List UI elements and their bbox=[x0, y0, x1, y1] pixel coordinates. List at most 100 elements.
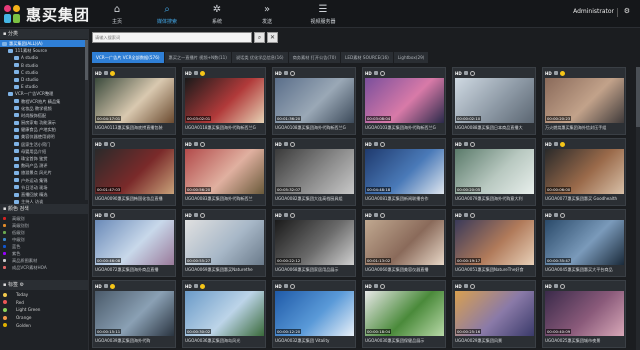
select-ring-icon[interactable] bbox=[109, 141, 115, 147]
user-name[interactable]: Administrator bbox=[573, 8, 614, 15]
select-ring-icon[interactable] bbox=[289, 283, 295, 289]
select-ring-icon[interactable] bbox=[469, 70, 475, 76]
nav-item-4[interactable]: ☰ 视频服务器 bbox=[292, 0, 354, 28]
select-ring-icon[interactable] bbox=[379, 212, 385, 218]
media-card[interactable]: HD 00:01:47:03 UGOA0090惠买集团韩国化妆品直播 bbox=[92, 138, 176, 206]
select-ring-icon[interactable] bbox=[469, 141, 475, 147]
tag-item[interactable]: Golden bbox=[3, 321, 85, 329]
edit-icon[interactable] bbox=[283, 213, 288, 217]
select-ring-icon[interactable] bbox=[379, 70, 385, 76]
select-ring-icon[interactable] bbox=[379, 141, 385, 147]
media-card[interactable]: HD 00:03:08:04 UGOA0103惠买集团海外代购新西兰G bbox=[362, 67, 446, 135]
clear-icon[interactable]: ✕ bbox=[267, 32, 278, 43]
tree-item[interactable]: B studio bbox=[0, 62, 88, 69]
edit-icon[interactable] bbox=[103, 213, 108, 217]
color-item[interactable]: 高级别 bbox=[3, 215, 85, 222]
flag-dot-icon[interactable] bbox=[199, 283, 205, 289]
media-card[interactable]: HD 00:00:35:47 UGOA0045惠买集团惠买大平台商品 bbox=[542, 209, 626, 277]
tree-item[interactable]: 化妆品 教学视频 bbox=[0, 105, 88, 112]
edit-icon[interactable] bbox=[193, 71, 198, 75]
media-card[interactable]: HD 00:00:30:02 UGOA0036惠买集团海岛风光 bbox=[182, 280, 266, 348]
color-item[interactable]: 紫色 bbox=[3, 250, 85, 257]
select-ring-icon[interactable] bbox=[559, 212, 565, 218]
select-ring-icon[interactable] bbox=[109, 212, 115, 218]
nav-item-2[interactable]: ✲ 系统 bbox=[192, 0, 242, 28]
tree-item[interactable]: 主持人 访谈 bbox=[0, 198, 88, 204]
media-card[interactable]: HD 00:00:56:20 UGOA0083惠买集团海外代购新西兰 bbox=[182, 138, 266, 206]
select-ring-icon[interactable] bbox=[469, 283, 475, 289]
tree-item[interactable]: 旅游景点 风光片 bbox=[0, 169, 88, 176]
edit-icon[interactable] bbox=[553, 142, 558, 146]
media-card[interactable]: HD 00:00:20:23 万火燃烧惠买集团海外信封压手组 bbox=[542, 67, 626, 135]
media-card[interactable]: HD 00:00:46:08 UGOA0072惠买集团海外商品直播 bbox=[92, 209, 176, 277]
media-card[interactable]: HD 00:00:20:05 UGOA0079惠买集团海外代购意大利 bbox=[452, 138, 536, 206]
tab-3[interactable]: 商务素材 打开公告(70) bbox=[288, 52, 341, 63]
tree-item[interactable]: 厨房家电 功能演示 bbox=[0, 119, 88, 126]
nav-item-0[interactable]: ⌂ 主页 bbox=[92, 0, 142, 28]
edit-icon[interactable] bbox=[193, 284, 198, 288]
select-ring-icon[interactable] bbox=[289, 70, 295, 76]
tree-item[interactable]: 惠买集团(ALL)(A) bbox=[0, 40, 88, 48]
color-item[interactable]: 低级别 bbox=[3, 229, 85, 236]
select-ring-icon[interactable] bbox=[379, 283, 385, 289]
tree-item[interactable]: 111素材 Source bbox=[0, 47, 88, 54]
tab-1[interactable]: 惠买之一直播片 视频+N数(11) bbox=[164, 52, 231, 63]
flag-dot-icon[interactable] bbox=[109, 70, 115, 76]
edit-icon[interactable] bbox=[553, 213, 558, 217]
media-card[interactable]: HD 00:00:22:12 UGOA0068惠买集团家居用品展示 bbox=[272, 209, 356, 277]
edit-icon[interactable] bbox=[103, 71, 108, 75]
nav-item-3[interactable]: » 发送 bbox=[242, 0, 292, 28]
tree-item[interactable]: A studio bbox=[0, 54, 88, 61]
media-card[interactable]: HD 00:05:32:07 UGOA0082惠买集团大连高档厨具组 bbox=[272, 138, 356, 206]
flag-dot-icon[interactable] bbox=[109, 283, 115, 289]
edit-icon[interactable] bbox=[103, 284, 108, 288]
edit-icon[interactable] bbox=[373, 71, 378, 75]
edit-icon[interactable] bbox=[463, 142, 468, 146]
edit-icon[interactable] bbox=[103, 142, 108, 146]
color-item[interactable]: 高品质图素材 bbox=[3, 257, 85, 264]
select-ring-icon[interactable] bbox=[199, 141, 205, 147]
select-ring-icon[interactable] bbox=[289, 141, 295, 147]
edit-icon[interactable] bbox=[193, 142, 198, 146]
media-card[interactable]: HD 00:03:02:01 UGOA0118惠买集团海外代购新西兰G bbox=[182, 67, 266, 135]
edit-icon[interactable] bbox=[283, 142, 288, 146]
media-card[interactable]: HD 00:00:15:11 UGOA0039惠买集团海外代购 bbox=[92, 280, 176, 348]
tab-4[interactable]: LED素材 SOURCE(16) bbox=[341, 52, 393, 63]
media-card[interactable]: HD 00:00:18:04 UGOA0030惠买集团保健品展示 bbox=[362, 280, 446, 348]
nav-item-1[interactable]: ⌕ 媒体搜索 bbox=[142, 0, 192, 28]
edit-icon[interactable] bbox=[373, 142, 378, 146]
tag-item[interactable]: Orange bbox=[3, 314, 85, 322]
tab-5[interactable]: Lightbox(29) bbox=[393, 52, 429, 63]
color-item[interactable]: 蓝色 bbox=[3, 243, 85, 250]
edit-icon[interactable] bbox=[193, 213, 198, 217]
select-ring-icon[interactable] bbox=[289, 212, 295, 218]
color-item[interactable]: 中级别 bbox=[3, 236, 85, 243]
media-card[interactable]: HD 00:00:25:16 UGOA0029惠买集团风景 bbox=[452, 280, 536, 348]
tag-item[interactable]: Light Green bbox=[3, 306, 85, 314]
flag-dot-icon[interactable] bbox=[199, 70, 205, 76]
tree-item[interactable]: 健康食品 产地实拍 bbox=[0, 126, 88, 133]
flag-dot-icon[interactable] bbox=[559, 141, 565, 147]
color-item[interactable]: 高级别别 bbox=[3, 222, 85, 229]
tag-settings-icon[interactable]: ⚙ bbox=[20, 282, 24, 288]
media-card[interactable]: HD 00:00:02:10 UGOA0088惠买集团日本商品直播大 bbox=[452, 67, 536, 135]
select-ring-icon[interactable] bbox=[469, 212, 475, 218]
media-card[interactable]: HD 00:00:06:00 UGOA0077惠买集团惠买 Goodhealth bbox=[542, 138, 626, 206]
tree-item[interactable]: VCR一广告VCR整理 bbox=[0, 90, 88, 97]
media-card[interactable]: HD 00:01:36:20 UGOA0108惠买集团海外代购新西兰G bbox=[272, 67, 356, 135]
tree-scrollbar[interactable] bbox=[85, 40, 88, 200]
color-item[interactable]: 成品VCR素材HOA bbox=[3, 264, 85, 271]
tree-item[interactable]: 居家生活小窍门 bbox=[0, 141, 88, 148]
tree-item[interactable]: 节日活动 现场 bbox=[0, 184, 88, 191]
tree-item[interactable]: E studio bbox=[0, 83, 88, 90]
tree-item[interactable]: 直播回放 精选 bbox=[0, 191, 88, 198]
tree-item[interactable]: D studio bbox=[0, 76, 88, 83]
edit-icon[interactable] bbox=[463, 213, 468, 217]
media-card[interactable]: HD 00:00:19:17 UGOA0051惠买集团NatureThe好食 bbox=[452, 209, 536, 277]
tag-item[interactable]: Red bbox=[3, 299, 85, 307]
tree-item[interactable]: 户外运动 集锦 bbox=[0, 177, 88, 184]
edit-icon[interactable] bbox=[373, 284, 378, 288]
tab-0[interactable]: VCR一广告片 VCR全部数据(576) bbox=[92, 52, 164, 63]
tree-item[interactable]: 教程VCR拍片 精品集 bbox=[0, 98, 88, 105]
brand-logo[interactable]: 惠买集团 bbox=[4, 4, 90, 24]
